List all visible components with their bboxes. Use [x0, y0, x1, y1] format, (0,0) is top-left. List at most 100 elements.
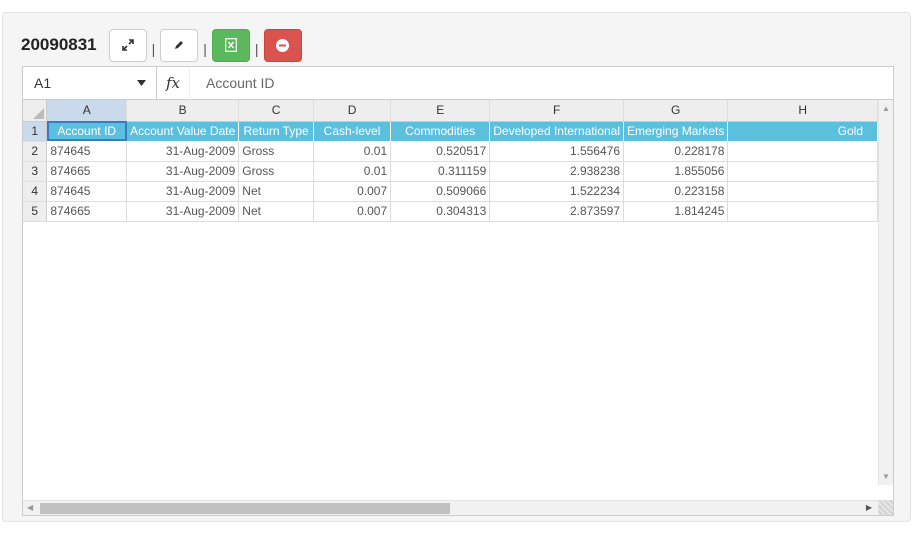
table-cell[interactable]: 1.855056	[623, 161, 729, 182]
select-all-corner[interactable]	[23, 100, 48, 122]
table-cell[interactable]: Net	[238, 201, 314, 222]
empty-row	[23, 241, 878, 261]
empty-cell	[391, 401, 490, 421]
scroll-down-arrow-icon[interactable]: ▼	[882, 472, 890, 481]
table-row: 4 874645 31-Aug-2009 Net 0.007 0.509066 …	[23, 181, 878, 202]
empty-cell	[127, 381, 239, 401]
table-cell[interactable]: 0.01	[313, 141, 392, 162]
table-cell[interactable]: 0.509066	[390, 181, 491, 202]
name-box[interactable]: A1	[23, 66, 157, 100]
table-cell[interactable]	[727, 181, 878, 202]
table-cell[interactable]: 874645	[46, 181, 128, 202]
table-cell[interactable]: 874665	[46, 161, 128, 182]
empty-cell	[391, 281, 490, 301]
row-number[interactable]: 4	[23, 181, 48, 202]
column-heading[interactable]: E	[390, 100, 491, 122]
empty-cell	[624, 241, 728, 261]
table-cell[interactable]: 31-Aug-2009	[126, 141, 240, 162]
empty-cell	[490, 281, 624, 301]
table-cell[interactable]: 0.228178	[623, 141, 729, 162]
empty-cell	[490, 261, 624, 281]
vertical-scrollbar[interactable]: ▲ ▼	[878, 100, 893, 485]
table-cell[interactable]: 31-Aug-2009	[126, 161, 240, 182]
column-heading[interactable]: A	[46, 100, 128, 122]
formula-bar: A1 fx Account ID	[23, 66, 893, 100]
empty-cell	[47, 461, 127, 481]
table-cell[interactable]: Net	[238, 181, 314, 202]
header-cell[interactable]: Return Type	[238, 121, 314, 142]
table-cell[interactable]: 0.311159	[390, 161, 491, 182]
empty-cell	[313, 281, 390, 301]
table-cell[interactable]: 0.007	[313, 201, 392, 222]
row-number[interactable]: 1	[23, 121, 48, 142]
empty-cell	[239, 441, 314, 461]
empty-cell	[624, 421, 728, 441]
empty-cell	[490, 301, 624, 321]
table-cell[interactable]: 1.556476	[489, 141, 625, 162]
table-cell[interactable]: Gross	[238, 141, 314, 162]
table-cell[interactable]: 0.007	[313, 181, 392, 202]
row-number[interactable]: 3	[23, 161, 48, 182]
table-cell[interactable]: 2.873597	[489, 201, 625, 222]
table-cell[interactable]: 1.522234	[489, 181, 625, 202]
scroll-up-arrow-icon[interactable]: ▲	[882, 104, 890, 113]
column-heading[interactable]: D	[313, 100, 392, 122]
expand-button[interactable]	[108, 28, 147, 62]
horizontal-scroll-thumb[interactable]	[40, 503, 450, 514]
column-heading[interactable]: B	[126, 100, 240, 122]
panel-header: 20090831 | | |	[21, 28, 302, 62]
empty-cell	[23, 281, 47, 301]
empty-cell	[391, 261, 490, 281]
empty-cell	[728, 241, 878, 261]
column-heading[interactable]: F	[489, 100, 625, 122]
header-cell[interactable]: Account Value Date	[126, 121, 240, 142]
scroll-right-arrow-icon[interactable]: ▶	[866, 503, 872, 512]
column-heading[interactable]: G	[623, 100, 729, 122]
empty-cell	[313, 301, 390, 321]
empty-cell	[728, 381, 878, 401]
table-cell[interactable]: 2.938238	[489, 161, 625, 182]
header-cell[interactable]: Account ID	[46, 121, 128, 142]
table-cell[interactable]	[727, 201, 878, 222]
empty-cell	[23, 321, 47, 341]
empty-cell	[127, 401, 239, 421]
empty-cell	[239, 401, 314, 421]
empty-row	[23, 261, 878, 281]
column-heading[interactable]: C	[238, 100, 314, 122]
table-cell[interactable]: 1.814245	[623, 201, 729, 222]
edit-button[interactable]	[160, 28, 199, 62]
empty-cell	[391, 321, 490, 341]
horizontal-scrollbar[interactable]: ◀ ▶	[23, 500, 878, 515]
header-cell[interactable]: Gold	[727, 121, 878, 142]
formula-input[interactable]: Account ID	[190, 75, 274, 91]
row-number[interactable]: 5	[23, 201, 48, 222]
row-number[interactable]: 2	[23, 141, 48, 162]
empty-cell	[127, 341, 239, 361]
export-excel-button[interactable]	[211, 28, 250, 62]
table-cell[interactable]: 31-Aug-2009	[126, 181, 240, 202]
empty-cell	[728, 221, 878, 241]
header-cell[interactable]: Developed International	[489, 121, 625, 142]
empty-cell	[624, 321, 728, 341]
empty-cell	[624, 461, 728, 481]
table-cell[interactable]: 0.223158	[623, 181, 729, 202]
empty-cell	[239, 281, 314, 301]
dropdown-caret-icon[interactable]	[137, 80, 146, 86]
table-cell[interactable]: 874665	[46, 201, 128, 222]
table-cell[interactable]	[727, 161, 878, 182]
table-cell[interactable]	[727, 141, 878, 162]
scroll-left-arrow-icon[interactable]: ◀	[27, 503, 33, 512]
header-cell[interactable]: Commodities	[390, 121, 491, 142]
table-cell[interactable]: 874645	[46, 141, 128, 162]
header-cell[interactable]: Cash-level	[313, 121, 392, 142]
column-heading[interactable]: H	[727, 100, 878, 122]
table-cell[interactable]: 0.520517	[390, 141, 491, 162]
table-cell[interactable]: 0.01	[313, 161, 392, 182]
table-cell[interactable]: 0.304313	[390, 201, 491, 222]
empty-cell	[728, 361, 878, 381]
table-cell[interactable]: Gross	[238, 161, 314, 182]
table-cell[interactable]: 31-Aug-2009	[126, 201, 240, 222]
empty-cell	[239, 461, 314, 481]
header-cell[interactable]: Emerging Markets	[623, 121, 729, 142]
remove-button[interactable]	[263, 28, 302, 62]
